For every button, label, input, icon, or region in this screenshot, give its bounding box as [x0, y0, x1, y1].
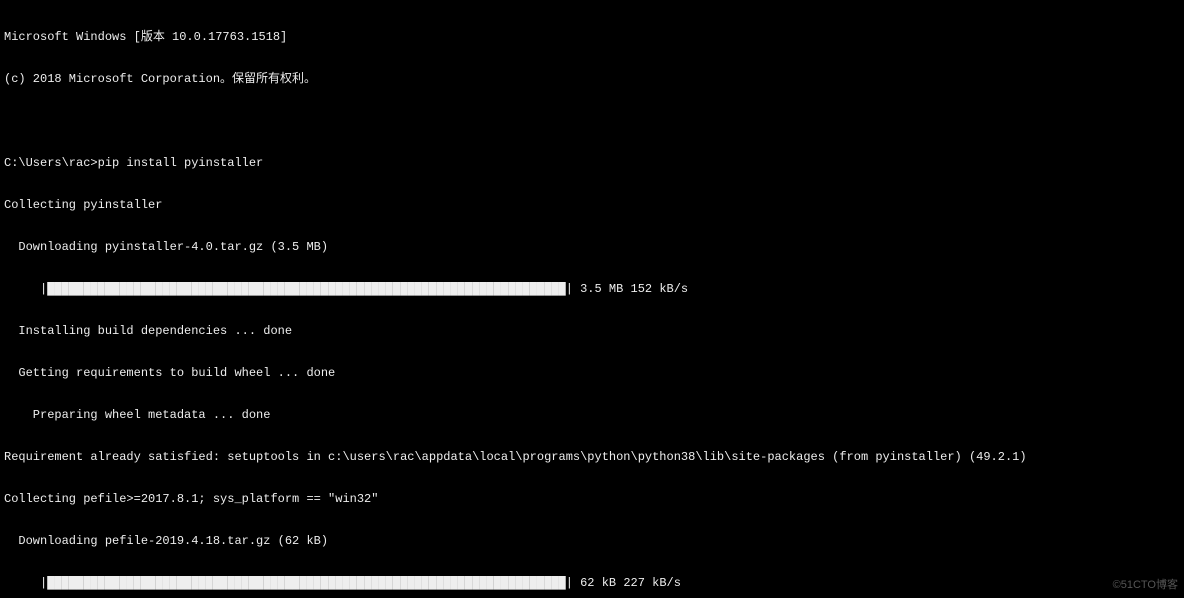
progress-bar-label: 62 kB 227 kB/s: [573, 576, 681, 590]
header-line-2: (c) 2018 Microsoft Corporation。保留所有权利。: [4, 72, 1180, 86]
header-line-1: Microsoft Windows [版本 10.0.17763.1518]: [4, 30, 1180, 44]
blank-line: [4, 114, 1180, 128]
output-line: Installing build dependencies ... done: [4, 324, 1180, 338]
progress-bar: ████████████████████████████████████████…: [47, 282, 573, 296]
bar-indent: |: [4, 282, 47, 296]
output-line: Getting requirements to build wheel ... …: [4, 366, 1180, 380]
progress-bar: ████████████████████████████████████████…: [47, 576, 573, 590]
output-line: Downloading pefile-2019.4.18.tar.gz (62 …: [4, 534, 1180, 548]
output-line: Downloading pyinstaller-4.0.tar.gz (3.5 …: [4, 240, 1180, 254]
progress-bar-row: | ██████████████████████████████████████…: [4, 282, 1180, 296]
progress-bar-row: | ██████████████████████████████████████…: [4, 576, 1180, 590]
bar-indent: |: [4, 576, 47, 590]
watermark: ©51CTO博客: [1113, 578, 1178, 592]
output-line: Requirement already satisfied: setuptool…: [4, 450, 1180, 464]
terminal-output[interactable]: Microsoft Windows [版本 10.0.17763.1518] (…: [0, 0, 1184, 598]
output-line: Preparing wheel metadata ... done: [4, 408, 1180, 422]
progress-bar-label: 3.5 MB 152 kB/s: [573, 282, 688, 296]
prompt-command: C:\Users\rac>pip install pyinstaller: [4, 156, 1180, 170]
output-line: Collecting pyinstaller: [4, 198, 1180, 212]
output-line: Collecting pefile>=2017.8.1; sys_platfor…: [4, 492, 1180, 506]
